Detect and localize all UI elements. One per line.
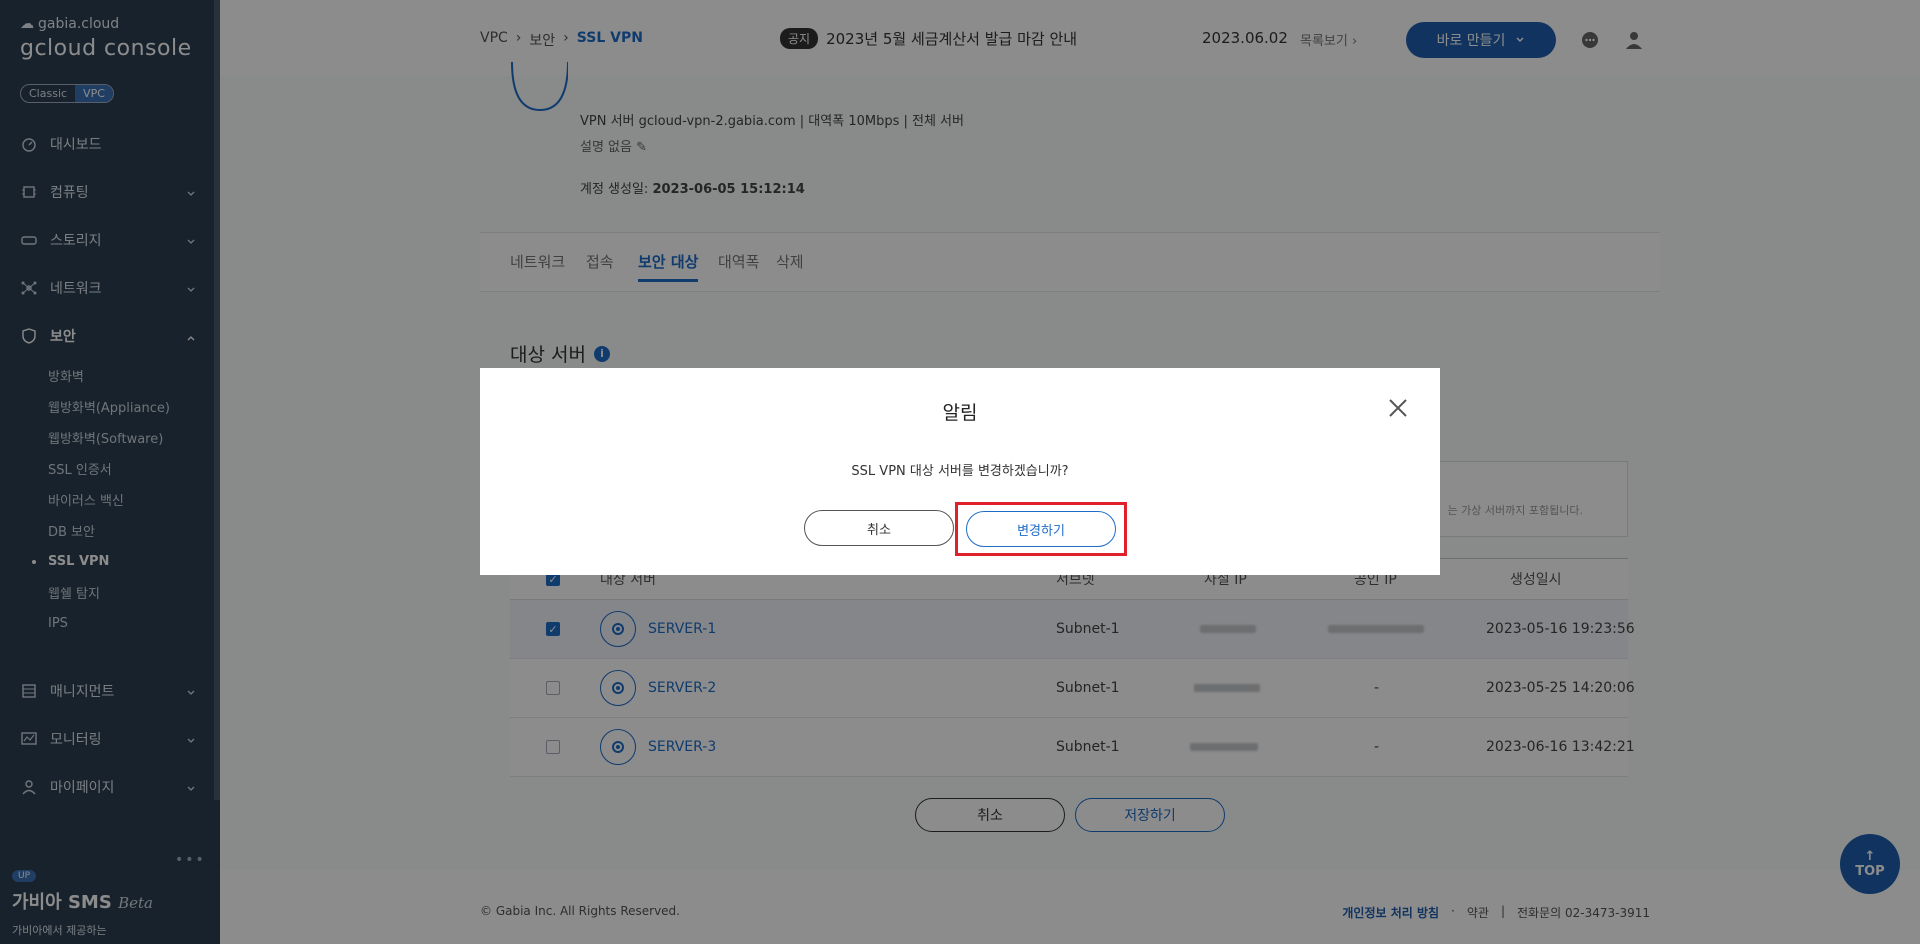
dialog-cancel-button[interactable]: 취소 <box>804 510 954 546</box>
dialog-confirm-button[interactable]: 변경하기 <box>966 511 1116 547</box>
close-icon[interactable] <box>1386 396 1410 420</box>
dialog-message: SSL VPN 대상 서버를 변경하겠습니까? <box>851 464 1069 479</box>
highlight-box: 변경하기 <box>955 502 1127 556</box>
confirm-dialog: 알림 SSL VPN 대상 서버를 변경하겠습니까? 취소 변경하기 <box>480 368 1440 575</box>
dialog-title: 알림 <box>942 402 978 424</box>
